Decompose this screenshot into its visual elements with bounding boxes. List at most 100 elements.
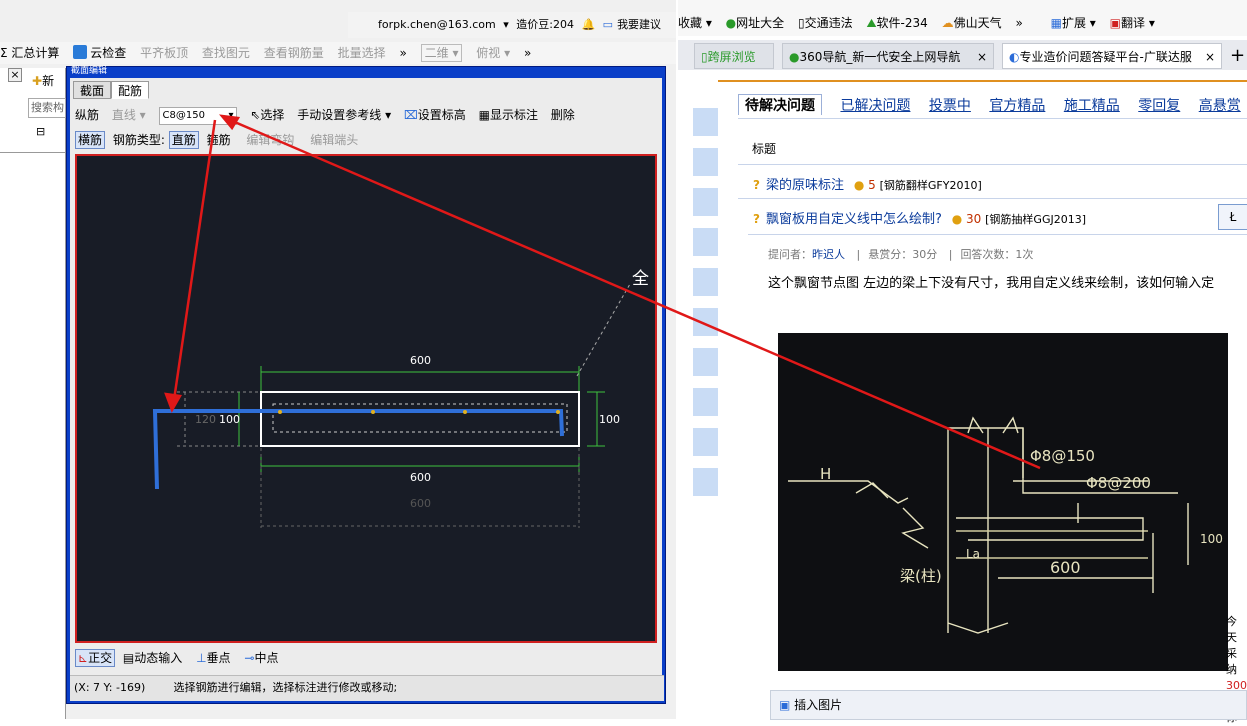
nav-block-2[interactable] — [693, 148, 718, 176]
tab-360-nav[interactable]: ●360导航_新一代安全上网导航 × — [782, 43, 994, 69]
nav-block-1[interactable] — [693, 108, 718, 136]
tab-construction[interactable]: 施工精品 — [1064, 95, 1120, 115]
bookmark-software[interactable]: ⛰软件-234 — [866, 10, 927, 36]
photo-beam: 梁(柱) — [900, 567, 942, 585]
photo-rebar2: Φ8@200 — [1086, 474, 1151, 492]
dim-left-inner-text[interactable]: 100 — [219, 413, 240, 426]
manual-ref-line-button[interactable]: 手动设置参考线 ▾ — [297, 104, 391, 126]
nav-block-3[interactable] — [693, 188, 718, 216]
stirrup-button[interactable]: 箍筋 — [207, 133, 231, 147]
select-tool-button[interactable]: ⇖选择 — [250, 104, 284, 126]
rebar-dot-2[interactable] — [371, 410, 375, 414]
cloud-check-icon — [73, 45, 88, 59]
tab-close-icon[interactable]: × — [977, 44, 987, 68]
section-rect[interactable] — [260, 391, 580, 447]
batch-select-button[interactable]: 批量选择 — [338, 42, 386, 64]
bookmark-weather[interactable]: ☁佛山天气 — [942, 10, 1002, 36]
tree-toggle-icon[interactable]: ⊟ — [36, 125, 45, 138]
suggest-label: 我要建议 — [617, 18, 662, 31]
nav-block-7[interactable] — [693, 348, 718, 376]
side-button[interactable]: Ł — [1218, 204, 1247, 230]
insert-image-bar[interactable]: ▣ 插入图片 — [770, 690, 1247, 720]
toolbar-overflow-button[interactable]: » — [399, 42, 406, 64]
new-tab-button[interactable]: + — [1230, 44, 1245, 68]
view-rebar-qty-button[interactable]: 查看钢筋量 — [264, 42, 324, 64]
account-dropdown-icon[interactable]: ▾ — [503, 18, 509, 31]
tab-section[interactable]: 截面 — [73, 81, 112, 99]
suggest-link[interactable]: ▭ 我要建议 — [603, 18, 665, 31]
tab-close-icon-active[interactable]: × — [1204, 44, 1215, 68]
summary-calc-button[interactable]: Σ 汇总计算 — [0, 42, 59, 64]
tab-glodon-qa[interactable]: ◐专业造价问题答疑平台-广联达服 × — [1002, 43, 1222, 69]
tab-zero-reply[interactable]: 零回复 — [1138, 95, 1180, 115]
dynamic-input-toggle[interactable]: ▤动态输入 — [123, 647, 182, 669]
answer-count: 回答次数：1次 — [960, 248, 1034, 261]
asker-name[interactable]: 昨迟人 — [812, 248, 845, 261]
nav-block-8[interactable] — [693, 388, 718, 416]
extensions-menu[interactable]: ▦扩展 ▾ — [1051, 10, 1096, 36]
bookmark-nav[interactable]: ●网址大全 — [726, 10, 785, 36]
drawing-canvas[interactable]: 全 600 120 100 100 600 600 — [75, 154, 657, 643]
top-view-select[interactable]: 俯视 ▾ — [476, 42, 510, 64]
midpoint-snap[interactable]: ⊸中点 — [244, 647, 278, 669]
bookmark-overflow[interactable]: » — [1015, 10, 1022, 36]
view-2d-select[interactable]: 二维 ▾ — [420, 44, 463, 62]
translate-menu[interactable]: ▣翻译 ▾ — [1110, 10, 1155, 36]
bell-icon[interactable]: 🔔 — [581, 18, 595, 31]
delete-button[interactable]: 删除 — [551, 104, 575, 126]
tab-resolved[interactable]: 已解决问题 — [840, 95, 910, 115]
ortho-toggle[interactable]: ⊾正交 — [75, 649, 116, 667]
dim-right-text[interactable]: 100 — [599, 413, 620, 426]
nav-block-5[interactable] — [693, 268, 718, 296]
snap-toolbar: ⊾正交 ▤动态输入 ⊥垂点 ⊸中点 — [75, 647, 655, 669]
tab-reinforcement[interactable]: 配筋 — [111, 81, 150, 99]
nav-360-icon: ● — [789, 50, 800, 64]
question-link[interactable]: 梁的原味标注 — [766, 178, 844, 193]
sidebar-search-input[interactable]: 搜索构 — [28, 98, 66, 118]
dim-mid-text[interactable]: 600 — [410, 471, 431, 484]
nav-block-4[interactable] — [693, 228, 718, 256]
sidebar-close-button[interactable]: × — [8, 68, 22, 82]
rebar-dot-3[interactable] — [463, 410, 467, 414]
line-type-select[interactable]: 直线 ▾ — [112, 104, 146, 126]
nav-block-9[interactable] — [693, 428, 718, 456]
dim-bottom-text[interactable]: 600 — [410, 497, 431, 510]
tab-voting[interactable]: 投票中 — [929, 95, 971, 115]
question-photo[interactable]: Φ8@150 Φ8@200 H 梁(柱) La 600 100 — [778, 333, 1228, 671]
bookmark-traffic[interactable]: ▯交通违法 — [798, 10, 853, 36]
rebar-spec-combo[interactable]: C8@150 — [158, 106, 237, 125]
favorites-menu[interactable]: 收藏 ▾ — [678, 10, 712, 36]
header-divider — [738, 164, 1247, 165]
tab-pending[interactable]: 待解决问题 — [738, 94, 822, 115]
rebar-dot-4[interactable] — [556, 410, 560, 414]
nav-block-10[interactable] — [693, 468, 718, 496]
tab-high-reward[interactable]: 高悬赏 — [1199, 95, 1241, 115]
align-slab-top-button[interactable]: 平齐板顶 — [140, 42, 188, 64]
question-link[interactable]: 飘窗板用自定义线中怎么绘制? — [766, 212, 942, 227]
photo-dim-v: 100 — [1200, 532, 1223, 546]
set-elevation-button[interactable]: ⌧设置标高 — [404, 104, 466, 126]
toolbar-overflow-button-2[interactable]: » — [524, 42, 531, 64]
tab-cross-screen[interactable]: ▯跨屏浏览 — [694, 43, 774, 69]
transverse-button[interactable]: 横筋 — [75, 131, 106, 149]
account-email[interactable]: forpk.chen@163.com — [378, 18, 496, 31]
tab-official[interactable]: 官方精品 — [989, 95, 1045, 115]
dim-top-text[interactable]: 600 — [410, 354, 431, 367]
rebar-dot-1[interactable] — [278, 410, 282, 414]
perpendicular-snap[interactable]: ⊥垂点 — [196, 647, 230, 669]
software-icon: ⛰ — [866, 16, 877, 30]
nav-block-6[interactable] — [693, 308, 718, 336]
rebar-line[interactable] — [152, 409, 564, 490]
sidebar-new-button[interactable]: ✚新 — [32, 72, 54, 89]
dim-left-outer-text[interactable]: 120 — [195, 413, 216, 426]
edit-bend-button[interactable]: 编辑弯钩 — [246, 133, 294, 147]
straight-bar-button[interactable]: 直筋 — [168, 131, 199, 149]
status-hint: 选择钢筋进行编辑，选择标注进行修改或移动; — [173, 681, 398, 694]
question-divider — [738, 198, 1247, 199]
section-drawing[interactable]: 全 600 120 100 100 600 600 — [77, 156, 655, 641]
show-label-button[interactable]: ▦显示标注 — [479, 104, 538, 126]
find-element-button[interactable]: 查找图元 — [202, 42, 250, 64]
cloud-check-button[interactable]: 云检查 — [73, 42, 126, 64]
longitudinal-button[interactable]: 纵筋 — [75, 104, 99, 126]
edit-end-button[interactable]: 编辑端头 — [310, 133, 358, 147]
